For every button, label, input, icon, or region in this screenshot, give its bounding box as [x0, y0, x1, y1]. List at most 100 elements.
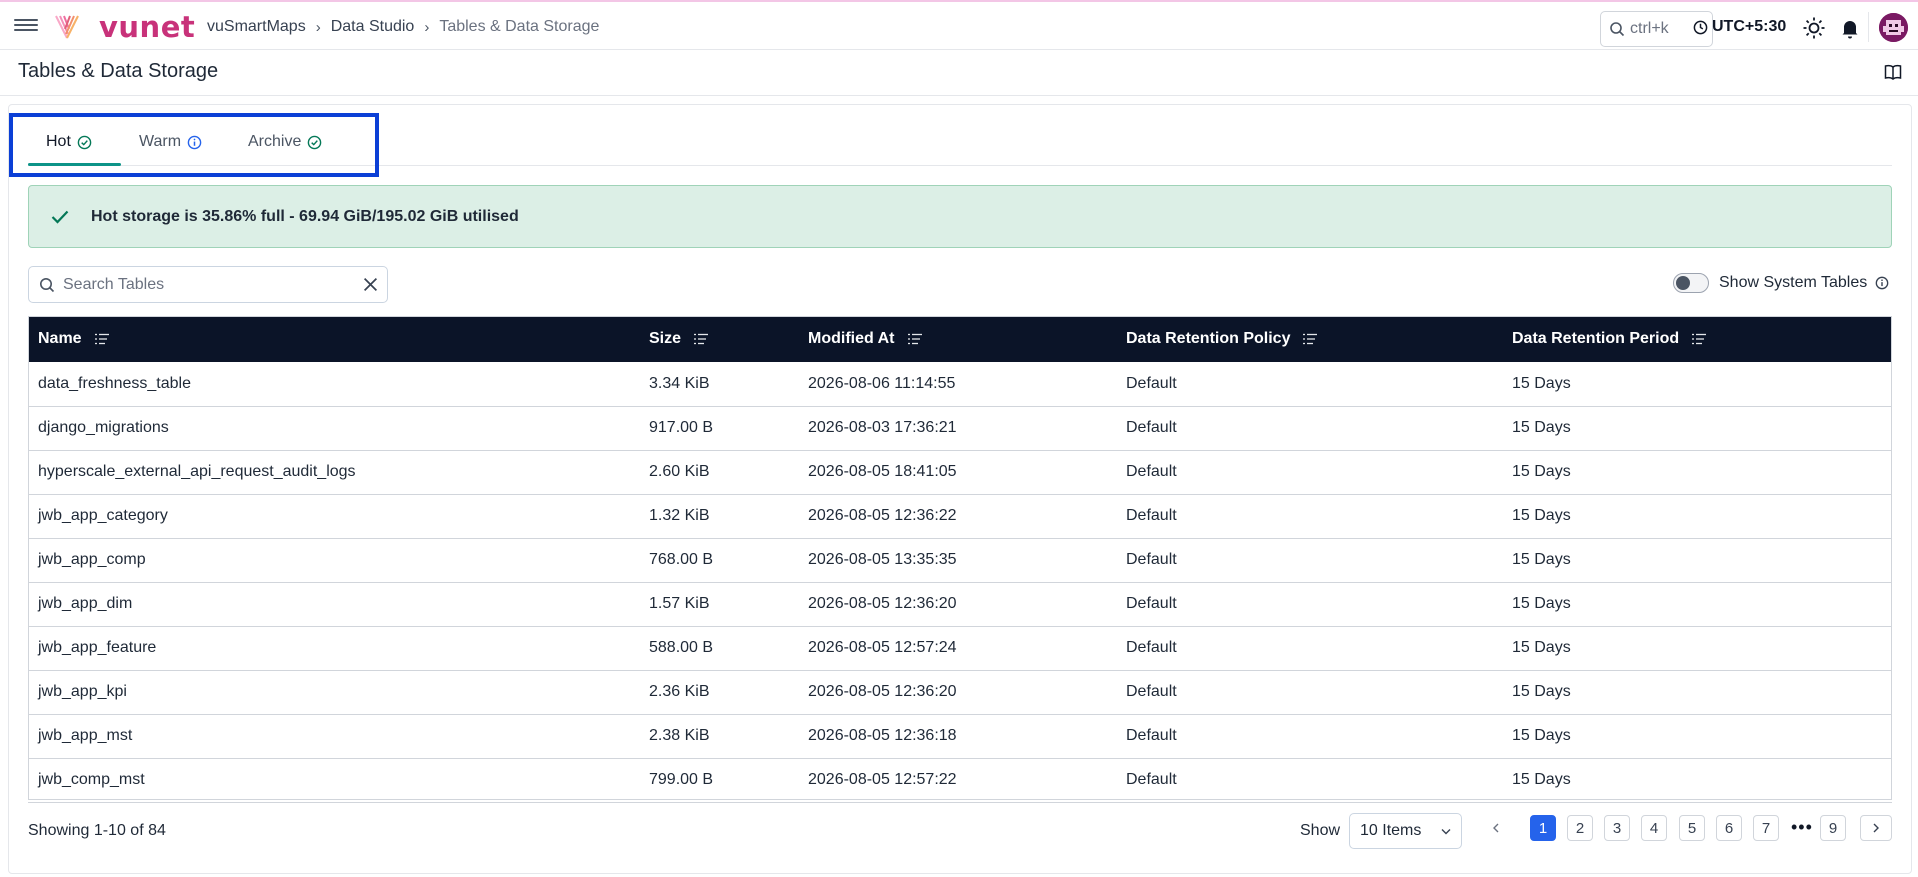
cell-size: 768.00 B [649, 551, 714, 568]
cell-size: 799.00 B [649, 771, 714, 788]
sort-list-icon[interactable] [1302, 333, 1318, 345]
column-header-name[interactable]: Name [28, 316, 639, 362]
show-system-tables-toggle[interactable] [1673, 273, 1709, 293]
page-button-7[interactable]: 7 [1753, 815, 1779, 841]
cell-retention-policy: Default [1126, 374, 1177, 392]
cell-size: 917.00 B [649, 419, 714, 436]
breadcrumb: vuSmartMaps › Data Studio › Tables & Dat… [207, 18, 599, 36]
vunet-logo-icon [55, 15, 79, 39]
cell-modified-at: 2026-08-05 12:36:20 [808, 683, 957, 700]
show-system-tables-label: Show System Tables [1719, 274, 1868, 291]
search-tables-field[interactable] [28, 266, 388, 303]
cell-size: 2.36 KiB [649, 683, 710, 700]
cell-size: 1.32 KiB [649, 507, 710, 524]
table-row[interactable]: jwb_app_kpi 2.36 KiB 2026-08-05 12:36:20 De… [28, 670, 1892, 714]
timezone-selector[interactable]: UTC+5:30 [1693, 18, 1786, 36]
page-title: Tables & Data Storage [18, 60, 219, 82]
cell-name: jwb_app_feature [38, 639, 157, 656]
cell-retention-policy: Default [1126, 507, 1177, 524]
cell-name: jwb_app_mst [38, 727, 133, 744]
cell-retention-period: 15 Days [1512, 551, 1571, 568]
page-size-value: 10 Items [1360, 822, 1422, 839]
bell-icon[interactable] [1838, 16, 1862, 40]
page-button-4[interactable]: 4 [1641, 815, 1667, 841]
table-row[interactable]: django_migrations 917.00 B 2026-08-03 17:3… [28, 406, 1892, 450]
column-header-label: Data Retention Period [1512, 330, 1680, 347]
cell-retention-policy: Default [1126, 463, 1177, 480]
breadcrumb-item-data-studio[interactable]: Data Studio [331, 18, 415, 36]
column-header-data-retention-policy[interactable]: Data Retention Policy [1116, 316, 1502, 362]
page-size-label: Show [1300, 822, 1341, 839]
search-shortcut-hint: ctrl+k [1630, 20, 1669, 37]
next-page-button[interactable] [1860, 815, 1892, 841]
pagination-ellipsis: ••• [1791, 817, 1813, 837]
sort-list-icon[interactable] [907, 333, 923, 345]
search-tables-input[interactable] [63, 275, 363, 294]
tables-table: Name Size Modified At Data Retention Policy… [28, 316, 1892, 803]
cell-retention-period: 15 Days [1512, 595, 1571, 612]
storage-status-text: Hot storage is 35.86% full - 69.94 GiB/1… [91, 207, 519, 225]
cell-name: data_freshness_table [38, 374, 191, 392]
breadcrumb-separator: › [424, 18, 430, 36]
cell-name: jwb_app_dim [38, 595, 133, 612]
clock-icon [1693, 20, 1708, 34]
cell-retention-policy: Default [1126, 419, 1177, 436]
cell-retention-policy: Default [1126, 727, 1177, 744]
cell-name: django_migrations [38, 419, 169, 436]
column-header-data-retention-period[interactable]: Data Retention Period [1502, 316, 1892, 362]
search-icon [40, 277, 55, 292]
table-row[interactable]: jwb_app_dim 1.57 KiB 2026-08-05 12:36:20 De… [28, 582, 1892, 626]
breadcrumb-item-current: Tables & Data Storage [439, 18, 600, 35]
page-button-last[interactable]: 9 [1820, 815, 1846, 841]
cell-retention-period: 15 Days [1512, 374, 1571, 392]
timezone-label: UTC+5:30 [1712, 18, 1787, 35]
breadcrumb-separator: › [315, 18, 321, 36]
column-header-label: Size [649, 330, 682, 347]
table-row[interactable]: jwb_app_feature 588.00 B 2026-08-05 12:57:… [28, 626, 1892, 670]
column-header-label: Modified At [808, 330, 895, 347]
cell-modified-at: 2026-08-03 17:36:21 [808, 419, 957, 436]
column-header-size[interactable]: Size [639, 316, 798, 362]
page-button-5[interactable]: 5 [1679, 815, 1705, 841]
page-button-1[interactable]: 1 [1530, 815, 1556, 841]
avatar[interactable] [1879, 13, 1908, 42]
cell-retention-policy: Default [1126, 551, 1177, 568]
table-row[interactable]: jwb_app_comp 768.00 B 2026-08-05 13:35:35 D… [28, 538, 1892, 582]
cell-size: 2.60 KiB [649, 463, 710, 480]
sun-icon[interactable] [1802, 16, 1826, 40]
table-row[interactable]: jwb_app_category 1.32 KiB 2026-08-05 12:36… [28, 494, 1892, 538]
breadcrumb-item-vusmartmaps[interactable]: vuSmartMaps [207, 18, 306, 36]
top-bar: vunet vuSmartMaps › Data Studio › Tables… [0, 0, 1918, 50]
book-icon[interactable] [1884, 64, 1902, 80]
cell-modified-at: 2026-08-05 13:35:35 [808, 551, 957, 568]
chevron-down-icon [1441, 829, 1451, 835]
avatar-image [1879, 13, 1908, 42]
cell-retention-period: 15 Days [1512, 639, 1571, 656]
chevron-right-icon [1873, 823, 1879, 833]
chevron-left-icon [1493, 823, 1499, 833]
sort-list-icon[interactable] [693, 333, 709, 345]
sort-list-icon[interactable] [1691, 333, 1707, 345]
table-row[interactable]: hyperscale_external_api_request_audit_lo… [28, 450, 1892, 494]
close-icon[interactable] [363, 277, 378, 292]
table-row[interactable]: data_freshness_table 3.34 KiB 2026-08-06 1… [28, 362, 1892, 406]
table-row[interactable]: jwb_comp_mst 799.00 B 2026-08-05 12:57:22 D… [28, 758, 1892, 802]
cell-retention-period: 15 Days [1512, 771, 1571, 788]
sort-list-icon[interactable] [94, 333, 110, 345]
column-header-modified-at[interactable]: Modified At [798, 316, 1116, 362]
table-row[interactable]: jwb_app_mst 2.38 KiB 2026-08-05 12:36:18 De… [28, 714, 1892, 758]
page-size-select[interactable]: 10 Items [1349, 813, 1462, 849]
menu-icon[interactable] [14, 16, 38, 36]
divider [1868, 12, 1869, 42]
column-header-label: Data Retention Policy [1126, 330, 1291, 347]
cell-name: jwb_comp_mst [38, 771, 145, 788]
table-header-row: Name Size Modified At Data Retention Policy… [28, 316, 1892, 362]
page-button-3[interactable]: 3 [1604, 815, 1630, 841]
cell-name: jwb_app_comp [38, 551, 146, 568]
page-button-2[interactable]: 2 [1567, 815, 1593, 841]
previous-page-button[interactable] [1483, 815, 1509, 841]
page-button-6[interactable]: 6 [1716, 815, 1742, 841]
show-system-tables: Show System Tables [1673, 273, 1889, 293]
cell-name: jwb_app_category [38, 507, 168, 524]
info-circle-icon[interactable] [1875, 276, 1889, 290]
